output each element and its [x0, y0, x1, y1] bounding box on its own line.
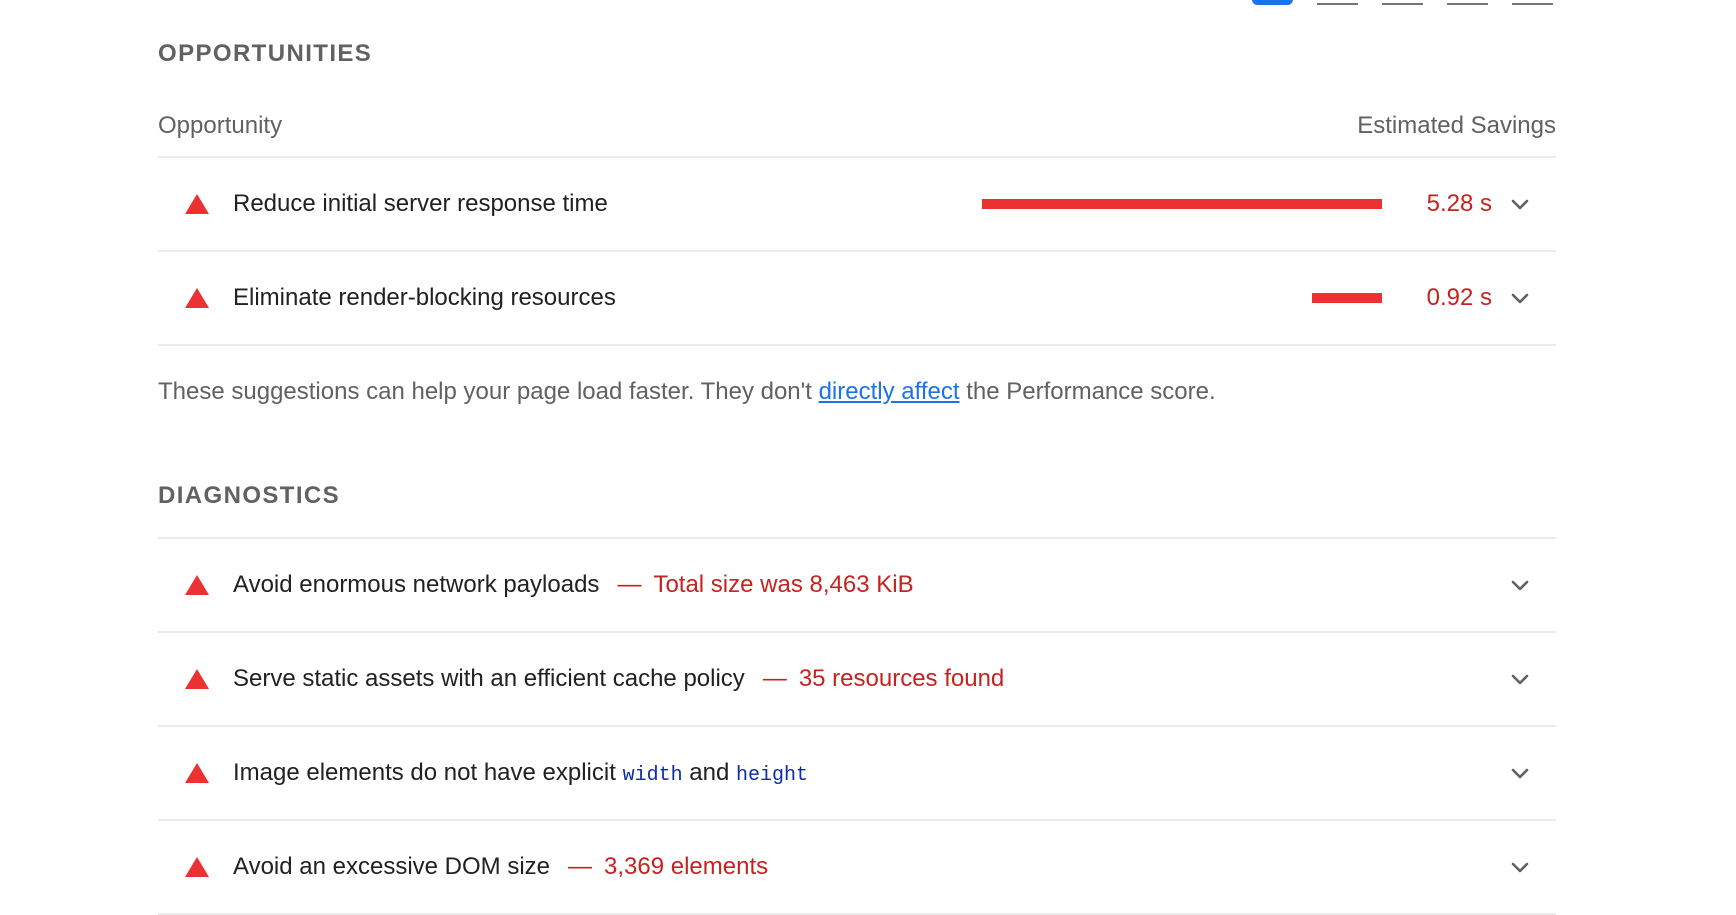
- savings-value: 0.92 s: [1426, 284, 1492, 311]
- diagnostic-row[interactable]: Serve static assets with an efficient ca…: [158, 633, 1556, 727]
- opportunities-section: OPPORTUNITIES: [158, 40, 1556, 68]
- column-header-opportunity: Opportunity: [158, 112, 283, 139]
- opportunity-row[interactable]: Reduce initial server response time 5.28…: [158, 158, 1556, 252]
- tab-indicator[interactable]: [1447, 0, 1488, 5]
- fail-triangle-icon: [185, 763, 209, 783]
- fail-triangle-icon: [185, 194, 209, 214]
- diagnostic-row[interactable]: Image elements do not have explicit widt…: [158, 727, 1556, 821]
- chevron-down-icon[interactable]: [1506, 853, 1534, 881]
- audit-title: Avoid enormous network payloads: [233, 571, 600, 598]
- diagnostics-list: Avoid enormous network payloads — Total …: [158, 537, 1556, 915]
- tab-indicator-active[interactable]: [1252, 0, 1293, 5]
- audit-title: Image elements do not have explicit widt…: [233, 759, 808, 787]
- fail-triangle-icon: [185, 857, 209, 877]
- column-header-estimated-savings: Estimated Savings: [1357, 112, 1556, 139]
- audit-title: Reduce initial server response time: [233, 190, 608, 217]
- display-value: 35 resources found: [798, 665, 1005, 692]
- display-value: Total size was 8,463 KiB: [653, 571, 914, 598]
- section-title: OPPORTUNITIES: [158, 40, 373, 67]
- display-dash: —: [617, 571, 642, 598]
- audit-title: Avoid an excessive DOM size: [233, 853, 551, 880]
- fail-triangle-icon: [185, 669, 209, 689]
- report-tab-strip: [1252, 0, 1553, 5]
- directly-affect-link[interactable]: directly affect: [819, 378, 960, 405]
- savings-bar: [982, 199, 1382, 209]
- tab-indicator[interactable]: [1317, 0, 1358, 5]
- chevron-down-icon[interactable]: [1506, 284, 1534, 312]
- tab-indicator[interactable]: [1512, 0, 1553, 5]
- audit-title: Eliminate render-blocking resources: [233, 284, 616, 311]
- display-dash: —: [568, 853, 593, 880]
- display-dash: —: [762, 665, 787, 692]
- diagnostic-row[interactable]: Avoid enormous network payloads — Total …: [158, 539, 1556, 633]
- audit-title-prefix: Image elements do not have explicit: [233, 759, 623, 786]
- opportunities-note: These suggestions can help your page loa…: [158, 378, 1556, 406]
- opportunities-table-header: Opportunity Estimated Savings: [158, 96, 1556, 158]
- fail-triangle-icon: [185, 575, 209, 595]
- chevron-down-icon[interactable]: [1506, 665, 1534, 693]
- audit-title: Serve static assets with an efficient ca…: [233, 665, 745, 692]
- tab-indicator[interactable]: [1382, 0, 1423, 5]
- opportunity-row[interactable]: Eliminate render-blocking resources 0.92…: [158, 252, 1556, 346]
- fail-triangle-icon: [185, 288, 209, 308]
- audit-title-mid: and: [682, 759, 736, 786]
- chevron-down-icon[interactable]: [1506, 190, 1534, 218]
- savings-value: 5.28 s: [1426, 190, 1492, 217]
- note-prefix: These suggestions can help your page loa…: [158, 378, 819, 405]
- display-value: 3,369 elements: [604, 853, 769, 880]
- code-height: height: [735, 764, 808, 787]
- code-width: width: [622, 764, 683, 787]
- chevron-down-icon[interactable]: [1506, 571, 1534, 599]
- savings-bar: [1312, 293, 1382, 303]
- diagnostics-section: DIAGNOSTICS: [158, 482, 1556, 510]
- chevron-down-icon[interactable]: [1506, 759, 1534, 787]
- section-title: DIAGNOSTICS: [158, 482, 341, 509]
- opportunities-table: Opportunity Estimated Savings Reduce ini…: [158, 96, 1556, 406]
- note-suffix: the Performance score.: [959, 378, 1216, 405]
- diagnostic-row[interactable]: Avoid an excessive DOM size — 3,369 elem…: [158, 821, 1556, 915]
